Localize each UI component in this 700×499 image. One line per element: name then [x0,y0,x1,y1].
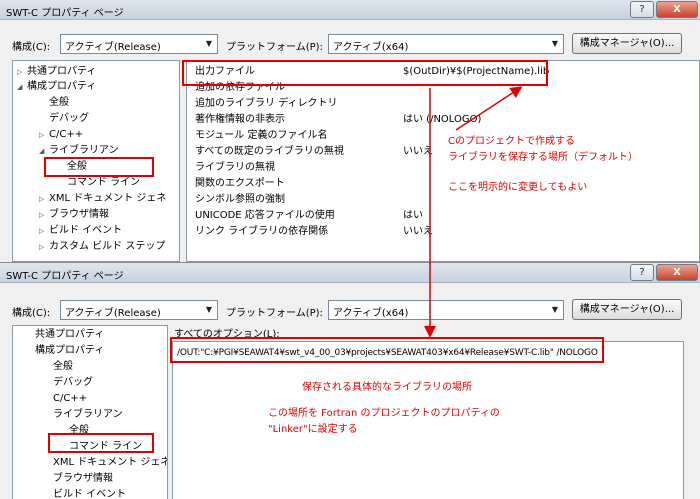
platform-select-value: アクティブ(x64) [333,42,409,53]
platform-label: プラットフォーム(P): [226,308,323,319]
output-file-highlight [182,60,548,86]
tree-node[interactable]: コマンド ライン [67,176,140,190]
chevron-down-icon: ▼ [205,39,213,48]
config-select-value: アクティブ(Release) [65,42,161,53]
tree-node[interactable]: ▷ カスタム ビルド ステップ [39,240,165,254]
property-row[interactable]: 関数のエクスポート [187,177,699,191]
options-path-highlight [170,337,604,363]
tree-node[interactable]: 全般 [53,360,73,374]
chevron-down-icon: ▼ [205,305,213,314]
expand-icon[interactable]: ▷ [39,208,49,222]
config-select[interactable]: アクティブ(Release) ▼ [60,34,218,54]
config-select-value: アクティブ(Release) [65,308,161,319]
tree-node[interactable]: デバッグ [53,376,93,390]
collapse-icon[interactable]: ◢ [39,144,49,158]
title-bar: SWT-C プロパティ ページ ? X [0,263,700,283]
config-manager-button[interactable]: 構成マネージャ(O)... [572,299,682,320]
tree-node[interactable]: ▷ ブラウザ情報 [39,208,109,222]
platform-select[interactable]: アクティブ(x64) ▼ [328,300,564,320]
tree-node[interactable]: 全般 [49,96,69,110]
config-label: 構成(C): [12,308,51,319]
platform-select[interactable]: アクティブ(x64) ▼ [328,34,564,54]
annotation-line: "Linker"に設定する [268,424,358,435]
platform-label: プラットフォーム(P): [226,42,323,53]
window-title: SWT-C プロパティ ページ [6,271,124,282]
property-row[interactable]: シンボル参照の強制 [187,193,699,207]
close-icon[interactable]: X [656,264,698,281]
platform-select-value: アクティブ(x64) [333,308,409,319]
tree-node[interactable]: ▷ C/C++ [39,128,83,142]
annotation-line: ここを明示的に変更してもよい [448,182,588,193]
tree-node[interactable]: ▷ ビルド イベント [39,224,122,238]
chevron-down-icon: ▼ [551,39,559,48]
tree-node[interactable]: ◢ 構成プロパティ [17,80,96,94]
expand-icon[interactable]: ▷ [39,192,49,206]
tree-node[interactable]: 共通プロパティ [35,328,104,342]
tree-node[interactable]: ▷ 共通プロパティ [17,65,96,79]
tree-node[interactable]: 構成プロパティ [35,344,104,358]
annotation-line: ライブラリを保存する場所（デフォルト） [448,152,638,163]
property-tree[interactable]: 共通プロパティ 構成プロパティ 全般 デバッグ C/C++ ライブラリアン 全般… [12,325,168,499]
annotation-line: 保存される具体的なライブラリの場所 [302,382,472,393]
expand-icon[interactable]: ▷ [39,128,49,142]
config-manager-button[interactable]: 構成マネージャ(O)... [572,33,682,54]
general-node-highlight [44,157,154,177]
expand-icon[interactable]: ▷ [39,224,49,238]
close-icon[interactable]: X [656,1,698,18]
help-icon[interactable]: ? [630,1,654,18]
tree-node[interactable]: ブラウザ情報 [53,472,113,486]
tree-node[interactable]: C/C++ [53,392,87,406]
property-pages-dialog-top: SWT-C プロパティ ページ ? X 構成(C): アクティブ(Release… [0,0,700,262]
property-row[interactable]: モジュール 定義のファイル名 [187,129,699,143]
expand-icon[interactable]: ▷ [39,240,49,254]
tree-node[interactable]: XML ドキュメント ジェネ [53,456,167,470]
window-title: SWT-C プロパティ ページ [6,8,124,19]
tree-node[interactable]: ◢ ライブラリアン [39,144,119,158]
property-row[interactable]: リンク ライブラリの依存関係 いいえ [187,225,699,239]
annotation-line: Cのプロジェクトで作成する [448,136,575,147]
property-row[interactable]: 著作権情報の非表示 はい (/NOLOGO) [187,113,699,127]
annotation-line: この場所を Fortran のプロジェクトのプロパティの [268,408,500,419]
property-row[interactable]: 追加のライブラリ ディレクトリ [187,97,699,111]
collapse-icon[interactable]: ◢ [17,80,27,94]
property-pages-dialog-bottom: SWT-C プロパティ ページ ? X 構成(C): アクティブ(Release… [0,262,700,499]
chevron-down-icon: ▼ [551,305,559,314]
config-label: 構成(C): [12,42,51,53]
title-bar: SWT-C プロパティ ページ ? X [0,0,700,20]
expand-icon[interactable]: ▷ [17,65,27,79]
tree-node[interactable]: ビルド イベント [53,488,126,499]
tree-node[interactable]: ライブラリアン [53,408,123,422]
config-select[interactable]: アクティブ(Release) ▼ [60,300,218,320]
help-icon[interactable]: ? [630,264,654,281]
property-row[interactable]: UNICODE 応答ファイルの使用 はい [187,209,699,223]
tree-node[interactable]: ▷ XML ドキュメント ジェネ [39,192,166,206]
tree-node[interactable]: デバッグ [49,112,89,126]
command-line-node-highlight [48,433,154,453]
